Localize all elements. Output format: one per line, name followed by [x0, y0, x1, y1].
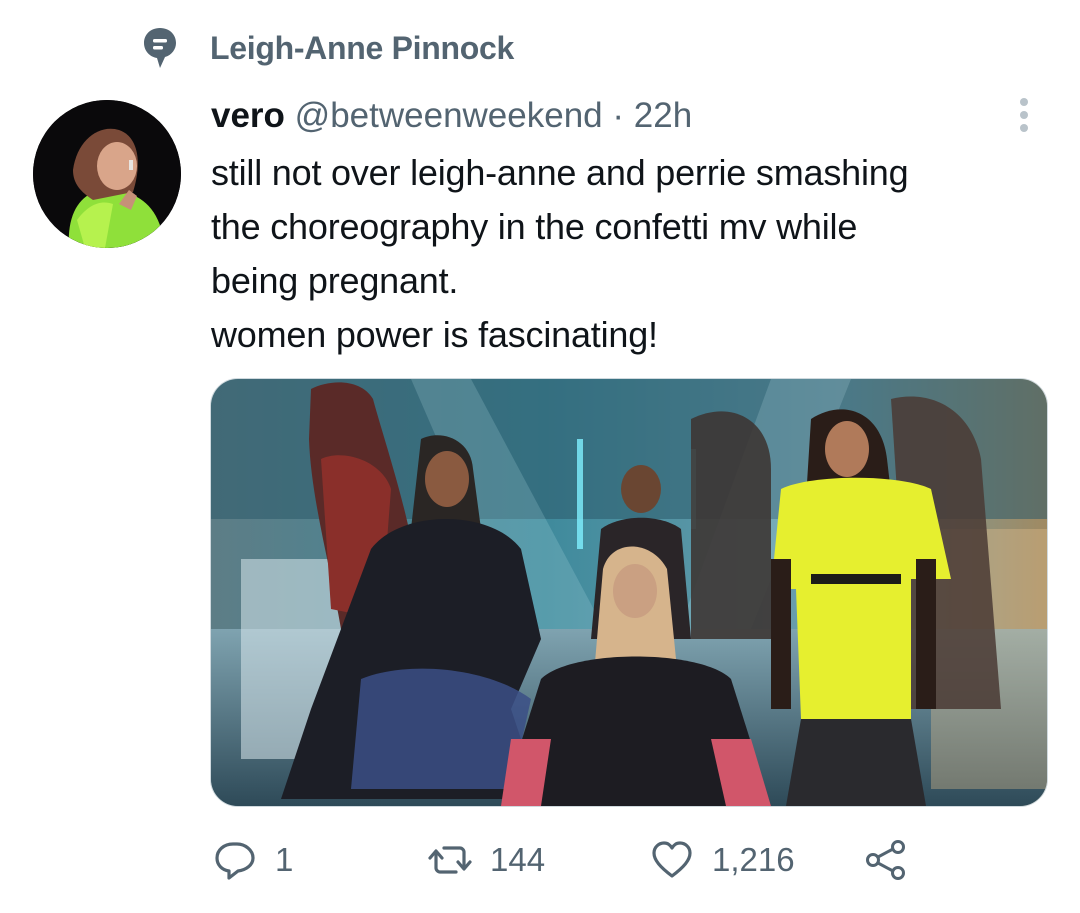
like-count: 1,216: [712, 841, 795, 878]
topic-context[interactable]: Leigh-Anne Pinnock: [142, 26, 514, 70]
reply-count: 1: [275, 841, 294, 878]
like-button[interactable]: 1,216: [650, 835, 795, 885]
share-icon: [866, 840, 905, 880]
music-video-still: [211, 379, 1047, 806]
display-name[interactable]: vero: [211, 96, 285, 135]
tweet-text-line: women power is fascinating!: [211, 314, 658, 355]
tweet-text: still not over leigh-anne and perrie sma…: [211, 146, 1041, 362]
avatar[interactable]: [33, 100, 181, 248]
avatar-image: [33, 100, 181, 248]
tweet-timestamp[interactable]: 22h: [634, 96, 692, 135]
more-vertical-icon[interactable]: [1008, 96, 1040, 136]
tweet-text-line: being pregnant.: [211, 260, 459, 301]
heart-icon: [652, 841, 692, 878]
retweet-count: 144: [490, 841, 546, 878]
tweet-actions: 1 144 1,216: [0, 835, 1080, 885]
reply-icon: [215, 842, 255, 880]
tweet-text-line: the choreography in the confetti mv whil…: [211, 206, 858, 247]
tweet-media-image[interactable]: [210, 378, 1048, 807]
retweet-button[interactable]: 144: [428, 835, 545, 885]
tweet-text-line: still not over leigh-anne and perrie sma…: [211, 152, 909, 193]
reply-button[interactable]: 1: [213, 835, 293, 885]
user-handle[interactable]: @betweenweekend: [295, 96, 603, 135]
header-separator: ·: [612, 96, 625, 135]
tweet-header: vero @betweenweekend · 22h: [211, 94, 692, 138]
retweet-icon: [428, 846, 472, 874]
topic-bubble-icon: [144, 28, 176, 68]
topic-label[interactable]: Leigh-Anne Pinnock: [210, 30, 514, 67]
share-button[interactable]: [864, 835, 908, 885]
